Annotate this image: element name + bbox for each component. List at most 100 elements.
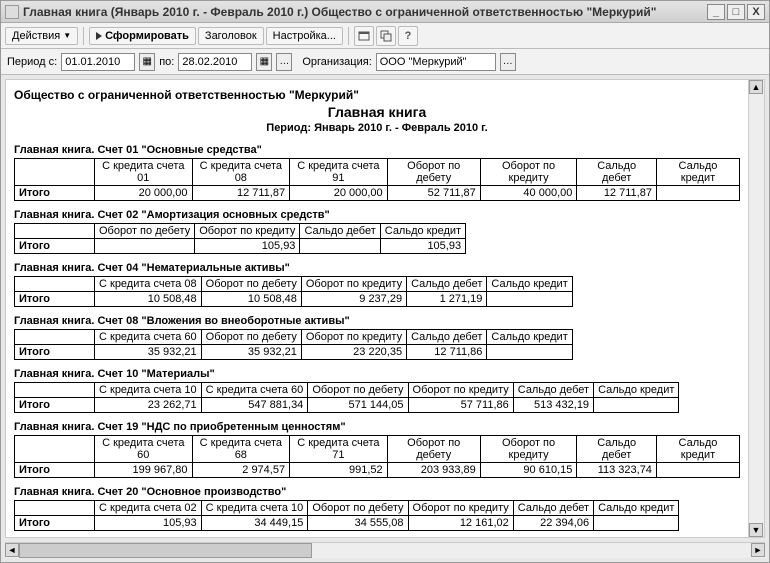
column-header: Оборот по кредиту — [301, 277, 406, 292]
vertical-scrollbar[interactable]: ▲ ▼ — [748, 80, 764, 537]
column-header: Сальдо кредит — [487, 277, 572, 292]
cell-value: 513 432,19 — [513, 398, 593, 413]
ledger-table: С кредита счета 10С кредита счета 60Обор… — [14, 382, 679, 413]
column-header: С кредита счета 60 — [95, 330, 202, 345]
cell-value: 35 932,21 — [201, 345, 301, 360]
help-icon: ? — [405, 30, 412, 42]
header-blank — [15, 224, 95, 239]
scroll-left-button[interactable]: ◄ — [5, 543, 19, 557]
column-header: С кредита счета 71 — [290, 436, 388, 463]
cell-value — [656, 463, 739, 478]
column-header: Сальдо дебет — [407, 277, 487, 292]
window-title: Главная книга (Январь 2010 г. - Февраль … — [23, 5, 707, 19]
cell-value: 203 933,89 — [387, 463, 480, 478]
row-label: Итого — [15, 292, 95, 307]
scroll-thumb[interactable] — [19, 543, 312, 558]
actions-menu[interactable]: Действия ▼ — [5, 27, 78, 45]
cell-value: 12 711,87 — [577, 186, 657, 201]
section-title: Главная книга. Счет 08 "Вложения во внео… — [14, 315, 740, 327]
date-to-picker-button[interactable]: ▦ — [256, 53, 272, 71]
org-select-button[interactable]: … — [500, 53, 516, 71]
chevron-down-icon: ▼ — [63, 31, 71, 40]
ledger-table: С кредита счета 60Оборот по дебетуОборот… — [14, 329, 573, 360]
column-header: С кредита счета 10 — [201, 501, 308, 516]
period-to-input[interactable] — [178, 53, 252, 71]
cell-value: 9 237,29 — [301, 292, 406, 307]
doc-title: Главная книга — [14, 104, 740, 120]
scroll-down-button[interactable]: ▼ — [749, 523, 763, 537]
cell-value: 12 161,02 — [408, 516, 513, 531]
column-header: Сальдо дебет — [513, 383, 593, 398]
section-title: Главная книга. Счет 20 "Основное произво… — [14, 486, 740, 498]
help-button[interactable]: ? — [398, 26, 418, 46]
play-icon — [96, 32, 102, 40]
header-button[interactable]: Заголовок — [198, 27, 264, 45]
section-title: Главная книга. Счет 04 "Нематериальные а… — [14, 262, 740, 274]
column-header: Оборот по кредиту — [408, 383, 513, 398]
ledger-table: С кредита счета 01С кредита счета 08С кр… — [14, 158, 740, 201]
column-header: С кредита счета 01 — [95, 159, 193, 186]
column-header: Оборот по дебету — [201, 330, 301, 345]
cell-value: 105,93 — [95, 516, 202, 531]
header-blank — [15, 501, 95, 516]
horizontal-scrollbar[interactable]: ◄ ► — [5, 542, 765, 558]
app-icon — [5, 5, 19, 19]
header-blank — [15, 277, 95, 292]
column-header: С кредита счета 60 — [201, 383, 308, 398]
cell-value: 20 000,00 — [95, 186, 193, 201]
generate-button[interactable]: Сформировать — [89, 27, 196, 45]
column-header: Сальдо кредит — [487, 330, 572, 345]
settings-button[interactable]: Настройка... — [266, 27, 343, 45]
cell-value: 1 271,19 — [407, 292, 487, 307]
cell-value: 57 711,86 — [408, 398, 513, 413]
toolbar-separator — [348, 27, 349, 45]
column-header: Сальдо дебет — [577, 436, 657, 463]
cell-value: 34 555,08 — [308, 516, 408, 531]
generate-label: Сформировать — [105, 30, 189, 42]
cell-value: 991,52 — [290, 463, 388, 478]
cell-value: 10 508,48 — [95, 292, 202, 307]
scroll-right-button[interactable]: ► — [751, 543, 765, 557]
cell-value: 2 974,57 — [192, 463, 290, 478]
column-header: Оборот по дебету — [95, 224, 195, 239]
cell-value: 105,93 — [195, 239, 300, 254]
section-title: Главная книга. Счет 10 "Материалы" — [14, 368, 740, 380]
cell-value: 23 262,71 — [95, 398, 202, 413]
settings-label: Настройка... — [273, 30, 336, 42]
toolbar-icon-2[interactable] — [376, 26, 396, 46]
column-header: Оборот по кредиту — [480, 436, 577, 463]
toolbar-icon-1[interactable] — [354, 26, 374, 46]
column-header: Оборот по дебету — [308, 383, 408, 398]
column-header: Сальдо дебет — [577, 159, 657, 186]
period-from-label: Период с: — [7, 56, 57, 68]
ledger-table: С кредита счета 02С кредита счета 10Обор… — [14, 500, 679, 531]
doc-period: Период: Январь 2010 г. - Февраль 2010 г. — [14, 122, 740, 134]
header-blank — [15, 330, 95, 345]
scroll-up-button[interactable]: ▲ — [749, 80, 763, 94]
column-header: Сальдо кредит — [656, 159, 739, 186]
period-select-button[interactable]: … — [276, 53, 292, 71]
cell-value: 40 000,00 — [480, 186, 577, 201]
cell-value — [594, 516, 679, 531]
row-label: Итого — [15, 239, 95, 254]
cell-value: 199 967,80 — [95, 463, 193, 478]
cell-value: 105,93 — [380, 239, 465, 254]
column-header: Сальдо дебет — [407, 330, 487, 345]
org-input[interactable] — [376, 53, 496, 71]
row-label: Итого — [15, 463, 95, 478]
cell-value: 10 508,48 — [201, 292, 301, 307]
minimize-button[interactable]: _ — [707, 4, 725, 20]
toolbar: Действия ▼ Сформировать Заголовок Настро… — [1, 23, 769, 49]
cell-value: 12 711,86 — [407, 345, 487, 360]
date-from-picker-button[interactable]: ▦ — [139, 53, 155, 71]
row-label: Итого — [15, 398, 95, 413]
column-header: Оборот по дебету — [387, 159, 480, 186]
column-header: С кредита счета 08 — [95, 277, 202, 292]
maximize-button[interactable]: □ — [727, 4, 745, 20]
close-button[interactable]: X — [747, 4, 765, 20]
report-content: Общество с ограниченной ответственностью… — [6, 80, 748, 537]
period-from-input[interactable] — [61, 53, 135, 71]
scroll-track[interactable] — [19, 543, 751, 558]
column-header: Оборот по дебету — [387, 436, 480, 463]
ledger-table: С кредита счета 08Оборот по дебетуОборот… — [14, 276, 573, 307]
